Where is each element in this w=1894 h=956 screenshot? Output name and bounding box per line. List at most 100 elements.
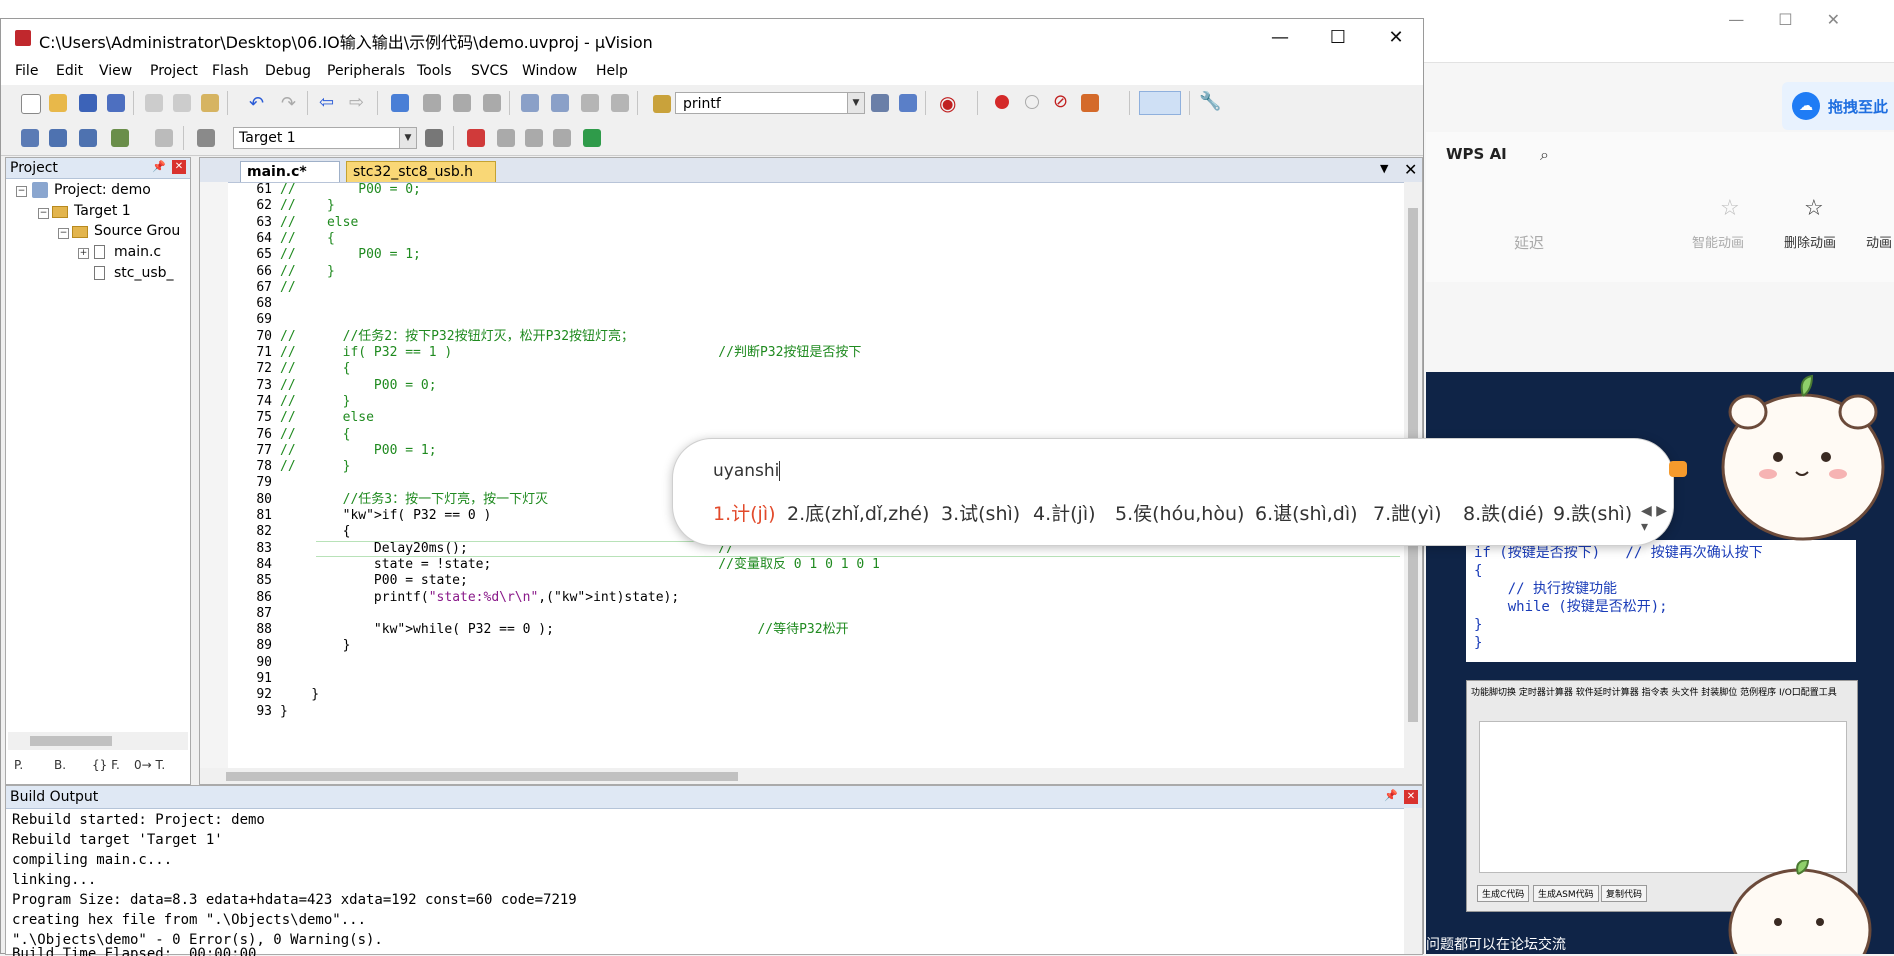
menu-file[interactable]: File [15,63,38,79]
bookmark-icon[interactable] [391,94,409,112]
indent-icon[interactable] [521,94,539,112]
disable-breakpoint-icon[interactable] [1025,95,1039,109]
animation-button[interactable]: 动画 [1866,232,1892,251]
ime-candidate[interactable]: 4.計(jì) [1033,499,1096,526]
find-in-files-icon[interactable] [653,95,671,113]
open-file-icon[interactable] [49,94,67,112]
copy-icon[interactable] [173,94,191,112]
pin-icon[interactable]: 📌 [152,160,166,173]
save-all-icon[interactable] [107,94,125,112]
file-extensions-icon[interactable] [467,129,485,147]
tree-item-stc-usb[interactable]: stc_usb_ [114,265,174,281]
prev-bookmark-icon[interactable] [423,94,441,112]
find-dropdown-icon[interactable]: ▼ [847,93,864,113]
pin-icon[interactable]: 📌 [1384,789,1398,802]
close-tab-icon[interactable]: ✕ [1404,160,1417,179]
comment-icon[interactable] [581,94,599,112]
editor-hscrollbar[interactable] [200,768,1422,784]
stop-build-icon[interactable] [155,129,173,147]
kill-breakpoints-icon[interactable]: ⊘ [1053,91,1068,112]
unindent-icon[interactable] [551,94,569,112]
build-icon[interactable] [49,129,67,147]
ime-candidate[interactable]: 1.计(jì) [713,499,776,526]
menu-flash[interactable]: Flash [212,63,249,79]
close-button[interactable]: ✕ [1373,25,1419,51]
download-icon[interactable] [197,129,215,147]
select-packs-icon[interactable] [583,129,601,147]
tab-usb-header[interactable]: stc32_stc8_usb.h [346,161,496,182]
tree-item-main-c[interactable]: main.c [114,244,161,260]
cut-icon[interactable] [145,94,163,112]
batch-build-icon[interactable] [111,129,129,147]
target-options-icon[interactable] [425,129,443,147]
next-bookmark-icon[interactable] [453,94,471,112]
undo-icon[interactable]: ↶ [249,93,264,114]
collapse-icon[interactable]: − [16,186,27,197]
menu-project[interactable]: Project [150,63,198,79]
new-file-icon[interactable] [21,94,41,114]
incremental-find-icon[interactable] [871,94,889,112]
smart-animation-button[interactable]: 智能动画 [1692,232,1744,251]
paste-icon[interactable] [201,94,219,112]
background-window-controls[interactable]: —☐✕ [1728,10,1874,29]
rte-icon[interactable] [525,129,543,147]
collapse-icon[interactable]: − [38,208,49,219]
scroll-thumb[interactable] [30,736,112,746]
ime-candidate[interactable]: 7.詍(yì) [1373,499,1441,526]
project-hscrollbar[interactable] [8,732,188,750]
search-icon[interactable]: ⌕ [1540,145,1549,165]
wps-ai-button[interactable]: WPS AI [1446,145,1507,163]
build-vscrollbar[interactable] [1404,808,1422,954]
menu-debug[interactable]: Debug [265,63,311,79]
ime-page-arrows[interactable]: ◀ ▶ ▾ [1641,503,1673,535]
configure-icon[interactable]: 🔧 [1199,91,1221,112]
redo-icon[interactable]: ↷ [281,93,296,114]
tab-templates[interactable]: 0→ T. [134,758,165,772]
menu-peripherals[interactable]: Peripherals [327,63,405,79]
tab-books[interactable]: B. [54,758,66,772]
manage-components-icon[interactable] [497,129,515,147]
find-icon[interactable] [899,94,917,112]
enable-disable-icon[interactable] [1081,94,1099,112]
pack-installer-icon[interactable] [553,129,571,147]
ime-candidate[interactable]: 5.侯(hóu,hòu) [1115,499,1244,526]
tabs-dropdown-icon[interactable]: ▼ [1380,162,1388,175]
scroll-thumb[interactable] [226,772,738,781]
ime-candidate[interactable]: 6.谌(shì,dì) [1255,499,1358,526]
ime-candidate[interactable]: 3.试(shì) [941,499,1020,526]
expand-icon[interactable]: + [78,248,89,259]
nav-back-icon[interactable]: ⇦ [319,92,334,113]
window-layout-button[interactable] [1139,91,1181,115]
tab-main-c[interactable]: main.c* [240,161,340,182]
tree-item-project[interactable]: Project: demo [54,182,151,198]
menu-svcs[interactable]: SVCS [471,63,508,79]
tab-project[interactable]: P. [14,758,23,772]
debug-session-icon[interactable]: ◉ [939,91,956,115]
menu-tools[interactable]: Tools [417,63,452,79]
delete-animation-button[interactable]: 删除动画 [1784,232,1836,251]
menu-view[interactable]: View [99,63,132,79]
ime-candidate[interactable]: 8.詄(dié) [1463,499,1544,526]
tab-functions[interactable]: {} F. [92,758,120,772]
menu-window[interactable]: Window [522,63,577,79]
breakpoint-icon[interactable] [995,95,1009,109]
line-number: 64 [256,230,272,246]
ime-candidate[interactable]: 9.詄(shì) [1553,499,1632,526]
tree-item-target[interactable]: Target 1 [74,203,131,219]
translate-icon[interactable] [21,129,39,147]
build-output-close-icon[interactable]: ✕ [1404,790,1418,804]
collapse-icon[interactable]: − [58,228,69,239]
uncomment-icon[interactable] [611,94,629,112]
maximize-button[interactable]: ☐ [1315,25,1361,51]
nav-forward-icon[interactable]: ⇨ [349,92,364,113]
minimize-button[interactable]: — [1257,25,1303,51]
target-dropdown-icon[interactable]: ▼ [399,128,416,148]
menu-edit[interactable]: Edit [56,63,83,79]
project-panel-close-icon[interactable]: ✕ [172,160,186,174]
save-icon[interactable] [79,94,97,112]
tree-item-source-group[interactable]: Source Grou [94,223,180,239]
rebuild-icon[interactable] [79,129,97,147]
menu-help[interactable]: Help [596,63,628,79]
ime-candidate[interactable]: 2.底(zhǐ,dǐ,zhé) [787,499,929,526]
clear-bookmarks-icon[interactable] [483,94,501,112]
